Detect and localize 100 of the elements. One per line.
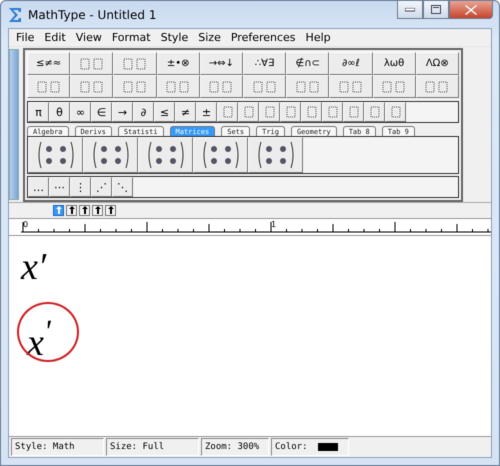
symbol-button[interactable]: ∂ [133,102,154,122]
matrix-template-button[interactable] [138,137,193,173]
menu-item[interactable]: Format [106,31,156,44]
palette-button[interactable]: ∂∞ℓ [329,52,372,75]
size-status: Size: Full [106,438,199,456]
tab-stop-button[interactable] [66,205,77,216]
template-icon [122,56,148,70]
menu-item[interactable]: Edit [39,31,71,44]
template-icon [348,105,360,119]
symbol-button[interactable] [238,102,259,122]
maximize-icon [431,5,441,14]
template-icon [252,80,278,94]
symbol-button[interactable] [385,102,406,122]
symbol-button[interactable]: π [28,102,49,122]
symbol-button[interactable] [259,102,280,122]
matrix-template-button[interactable] [28,137,83,173]
window-title: MathType - Untitled 1 [28,8,156,22]
equation: x′ [20,246,46,288]
palette-button[interactable]: ±•⊗ [156,52,200,75]
matrix-icon [256,140,296,170]
palette-button[interactable]: ≤≠≈ [27,52,70,75]
palette-button[interactable] [242,75,286,98]
ellipsis-button[interactable]: ⋰ [91,177,112,197]
maximize-button[interactable] [423,1,449,19]
template-icon [122,80,148,94]
ellipsis-button[interactable]: ⋱ [112,177,133,197]
matrix-icon [36,140,76,170]
palette-button[interactable] [113,52,157,75]
minimize-button[interactable] [397,1,423,19]
symbol-button[interactable]: θ [49,102,70,122]
menu-item[interactable]: Preferences [226,31,301,44]
palette-button[interactable] [27,75,70,98]
symbol-button[interactable]: ± [196,102,217,122]
matrix-icon [200,140,240,170]
palette-button[interactable]: λωθ [372,52,416,75]
palette-button[interactable] [200,75,243,98]
template-icon [78,80,105,94]
symbol-button[interactable] [217,102,238,122]
ellipsis-button[interactable]: ⋯ [49,177,70,197]
matrix-template-button[interactable] [193,137,248,173]
close-icon [465,4,477,14]
close-button[interactable] [449,1,493,19]
template-icon [208,80,234,94]
palette-button[interactable] [70,75,114,98]
ruler-mark: 0 [23,220,28,229]
menu-item[interactable]: File [11,31,40,44]
symbol-button[interactable]: ≤ [154,102,175,122]
palette-button[interactable]: →⇔↓ [200,52,243,75]
ruler-mark: 1 [271,220,276,229]
sigma-icon [7,6,23,22]
zoom-status: Zoom: 300% [201,438,269,456]
template-icon [338,80,364,94]
symbol-button[interactable]: ∈ [91,102,112,122]
template-icon [294,80,321,94]
symbol-button[interactable]: ∞ [70,102,91,122]
template-icon [165,80,192,94]
template-icon [264,105,276,119]
template-icon [242,105,254,119]
color-label: Color: [275,442,308,452]
ellipsis-button[interactable]: … [28,177,49,197]
symbol-button[interactable] [301,102,322,122]
matrix-icon [90,140,130,170]
symbol-button[interactable] [364,102,385,122]
matrix-template-button[interactable] [248,137,303,173]
template-icon [326,105,338,119]
symbol-button[interactable] [322,102,343,122]
palette-button[interactable] [70,52,114,75]
palette-button[interactable]: ∴∀∃ [242,52,286,75]
tab-stop-button[interactable] [92,205,103,216]
palette-button[interactable] [372,75,416,98]
palette-button[interactable] [416,75,459,98]
palette-button[interactable] [329,75,372,98]
symbol-button[interactable] [280,102,301,122]
template-icon [368,105,380,119]
palette-button[interactable] [113,75,157,98]
template-icon [36,80,62,94]
symbol-button[interactable]: ≠ [175,102,196,122]
palette-button[interactable]: ΛΩ⊗ [416,52,459,75]
ellipsis-button[interactable]: ⋮ [70,177,91,197]
template-icon [390,105,402,119]
symbol-button[interactable] [343,102,364,122]
menu-item[interactable]: View [70,31,107,44]
menu-item[interactable]: Size [193,31,226,44]
palette-button[interactable] [156,75,200,98]
template-icon [424,80,450,94]
palette-button[interactable]: ∉∩⊂ [286,52,330,75]
template-icon [78,56,105,70]
palette-button[interactable] [286,75,330,98]
matrix-template-button[interactable] [83,137,138,173]
style-status: Style: Math [11,438,104,456]
template-icon [306,105,318,119]
minimize-icon [405,8,415,12]
template-icon [284,105,296,119]
tab-stop-button[interactable] [105,205,116,216]
menu-item[interactable]: Help [300,31,336,44]
menu-item[interactable]: Style [156,31,194,44]
template-icon [381,80,408,94]
symbol-button[interactable]: → [112,102,133,122]
matrix-icon [146,140,186,170]
tab-stop-button[interactable] [79,205,90,216]
